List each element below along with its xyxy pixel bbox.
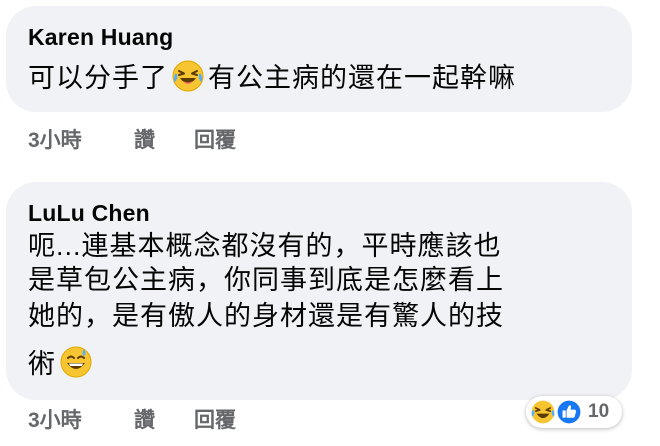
laughing-tears-icon bbox=[530, 399, 556, 430]
reactions-summary[interactable]: 10 bbox=[526, 396, 622, 428]
comment-timestamp[interactable]: 3小時 bbox=[28, 404, 82, 434]
like-thumb-icon bbox=[556, 399, 582, 430]
comment-actions: 3小時 讚 回覆 bbox=[28, 124, 328, 152]
comment-text-line: 呃...連基本概念都沒有的，平時應該也 bbox=[28, 231, 502, 261]
grinning-sweat-icon bbox=[60, 346, 92, 386]
comment-text-last: 術 bbox=[28, 349, 56, 380]
comment-timestamp[interactable]: 3小時 bbox=[28, 124, 82, 154]
comment-author[interactable]: Karen Huang bbox=[28, 24, 173, 51]
comment-thread: Karen Huang 可以分手了 有公主病的還在一起幹嘛 3小時 讚 回覆 L… bbox=[0, 0, 660, 446]
comment-text-after: 有公主病的還在一起幹嘛 bbox=[208, 63, 516, 94]
reply-button[interactable]: 回覆 bbox=[194, 404, 236, 434]
like-button[interactable]: 讚 bbox=[134, 404, 155, 434]
comment-author[interactable]: LuLu Chen bbox=[28, 200, 150, 227]
comment-text-line: 她的，是有傲人的身材還是有驚人的技 bbox=[28, 301, 504, 331]
reaction-count: 10 bbox=[588, 401, 610, 422]
comment-actions: 3小時 讚 回覆 bbox=[28, 404, 328, 432]
comment-text-before: 可以分手了 bbox=[28, 63, 168, 94]
like-button[interactable]: 讚 bbox=[134, 124, 155, 154]
comment-text-line: 是草包公主病，你同事到底是怎麼看上 bbox=[28, 265, 504, 295]
comment-text-line: 術 bbox=[28, 346, 96, 386]
reply-button[interactable]: 回覆 bbox=[194, 124, 236, 154]
laughing-tears-icon bbox=[172, 60, 204, 100]
comment-text: 可以分手了 有公主病的還在一起幹嘛 bbox=[28, 60, 516, 100]
